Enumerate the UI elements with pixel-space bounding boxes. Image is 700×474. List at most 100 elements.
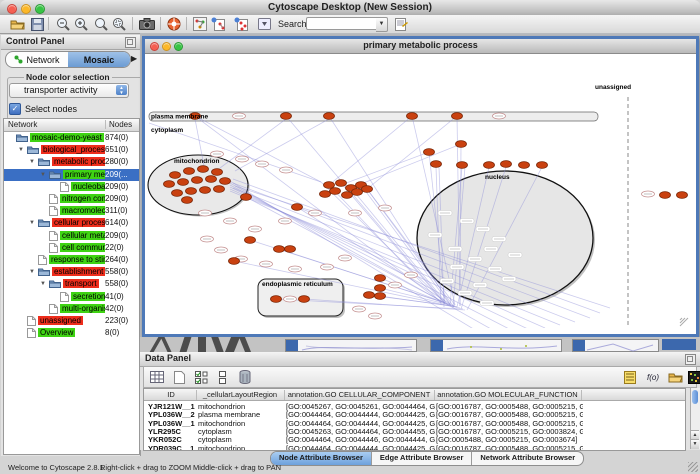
zoom-out-icon[interactable] (54, 16, 72, 32)
network-node[interactable] (375, 293, 386, 300)
tree-expand-icon[interactable]: ▼ (40, 281, 46, 287)
tree-row-cellular-process[interactable]: ▼cellular process614(0) (4, 217, 139, 229)
network-node[interactable] (324, 113, 335, 120)
tree-row-biological-process[interactable]: ▼biological_process651(0) (4, 144, 139, 156)
network-node[interactable] (281, 113, 292, 120)
tree-row-primary-metabo[interactable]: ▼primary metabo209(... (4, 169, 139, 181)
network-node[interactable] (352, 189, 363, 196)
network-node[interactable] (192, 177, 203, 184)
select-nodes-checkbox[interactable]: ✓ (9, 103, 21, 115)
network-node[interactable] (184, 168, 195, 175)
more-tabs-icon[interactable]: ▶ (131, 54, 137, 63)
zoom-in-icon[interactable] (72, 16, 90, 32)
table-column-header[interactable]: ID (146, 390, 197, 400)
table-column-header[interactable]: _cellularLayoutRegion (196, 390, 285, 400)
tree-row-nucleobase-[interactable]: nucleobase-209(0) (4, 181, 139, 193)
tree-row-multi-organism-pro[interactable]: multi-organism pro42(0) (4, 303, 139, 315)
table-column-header[interactable]: annotation.GO MOLECULAR_FUNCTION (434, 390, 582, 400)
attribute-editor-icon[interactable] (392, 16, 410, 32)
tree-row-nitrogen-compo[interactable]: nitrogen compo209(0) (4, 193, 139, 205)
network-node[interactable] (271, 296, 282, 303)
search-dropdown-icon[interactable]: ▼ (376, 17, 388, 32)
network-node[interactable] (677, 192, 688, 199)
help-icon[interactable] (165, 16, 183, 32)
resize-grip[interactable] (688, 462, 698, 472)
vizmapper-icon[interactable] (209, 16, 227, 32)
tab-network[interactable]: Network (6, 52, 68, 67)
attribute-table[interactable]: ID_cellularLayoutRegionannotation.GO CEL… (143, 388, 686, 451)
tree-row-macromolecule[interactable]: macromolecule311(0) (4, 205, 139, 217)
tree-row-cellular-metabo[interactable]: cellular metabo209(0) (4, 230, 139, 242)
table-icon[interactable] (149, 369, 165, 385)
tree-row-response-to-stimulu[interactable]: response to stimulu264(0) (4, 254, 139, 266)
tree-expand-icon[interactable]: ▼ (29, 220, 35, 226)
tree-expand-icon[interactable]: ▼ (18, 147, 24, 153)
table-cell[interactable]: mitochondrion (198, 444, 286, 452)
save-icon[interactable] (28, 16, 46, 32)
tree-row-overview[interactable]: Overview8(0) (4, 327, 139, 339)
tab-mosaic[interactable]: Mosaic (68, 52, 130, 67)
network-node[interactable] (456, 141, 467, 148)
network-node[interactable] (206, 176, 217, 183)
filter-icon[interactable] (232, 16, 250, 32)
float-panel-icon[interactable] (125, 37, 136, 48)
snapshot-icon[interactable] (138, 16, 156, 32)
network-node[interactable] (292, 204, 303, 211)
table-cell[interactable]: YDR039C__1 (148, 444, 198, 452)
network-node[interactable] (501, 161, 512, 168)
tree-row-unassigned[interactable]: unassigned223(0) (4, 315, 139, 327)
network-node[interactable] (424, 149, 435, 156)
network-node[interactable] (364, 292, 375, 299)
zoom-fit-icon[interactable] (92, 16, 110, 32)
network-node[interactable] (241, 194, 252, 201)
plugin-manager-icon[interactable] (256, 16, 274, 32)
canvas-resize-grip[interactable] (680, 318, 682, 320)
network-canvas[interactable]: plasma membranecytoplasmmitochondrionnuc… (145, 53, 690, 328)
network-node[interactable] (320, 191, 331, 198)
network-view-frame[interactable]: primary metabolic process plasma membran… (142, 36, 699, 337)
open-icon[interactable] (8, 16, 26, 32)
network-node[interactable] (229, 258, 240, 265)
network-node[interactable] (245, 237, 256, 244)
network-node[interactable] (537, 162, 548, 169)
network-node[interactable] (212, 169, 223, 176)
new-attribute-icon[interactable] (171, 369, 187, 385)
tree-row-establishment-of-lo[interactable]: ▼establishment of lo558(0) (4, 266, 139, 278)
network-node[interactable] (170, 172, 181, 179)
network-node[interactable] (431, 161, 442, 168)
import-attributes-icon[interactable] (667, 369, 683, 385)
table-cell[interactable]: [GO:0044464, GO:0044444, GO:0044425, G..… (286, 444, 436, 452)
network-node[interactable] (519, 162, 530, 169)
float-panel-icon[interactable] (685, 354, 696, 365)
network-node[interactable] (164, 181, 175, 188)
network-node[interactable] (407, 113, 418, 120)
table-cell[interactable]: [GO:0016787, GO:0005488, GO:0005215, G..… (436, 444, 583, 452)
network-node[interactable] (220, 178, 231, 185)
network-node[interactable] (484, 162, 495, 169)
network-node[interactable] (214, 186, 225, 193)
network-node[interactable] (375, 285, 386, 292)
network-node[interactable] (324, 182, 335, 189)
node-color-dropdown[interactable]: transporter activity ▲▼ (9, 83, 129, 98)
tree-expand-icon[interactable]: ▼ (40, 172, 46, 178)
network-node[interactable] (452, 113, 463, 120)
tree-expand-icon[interactable]: ▼ (29, 269, 35, 275)
network-node[interactable] (342, 192, 353, 199)
network-frame-titlebar[interactable]: primary metabolic process (145, 39, 696, 54)
tree-row-metabolic-process[interactable]: ▼metabolic process280(0) (4, 156, 139, 168)
attribute-matrix-icon[interactable] (686, 369, 700, 385)
network-node[interactable] (457, 162, 468, 169)
delete-attribute-icon[interactable] (237, 369, 253, 385)
search-input[interactable] (306, 17, 380, 30)
network-node[interactable] (198, 166, 209, 173)
unselect-attributes-icon[interactable] (215, 369, 231, 385)
network-node[interactable] (336, 180, 347, 187)
table-column-header[interactable]: annotation.GO CELLULAR_COMPONENT (284, 390, 435, 400)
network-node[interactable] (186, 188, 197, 195)
select-attributes-icon[interactable] (193, 369, 209, 385)
function-builder-icon[interactable]: f(o) (645, 369, 661, 385)
tree-expand-icon[interactable]: ▼ (29, 159, 35, 165)
network-node[interactable] (660, 192, 671, 199)
scroll-down-icon[interactable]: ▼ (691, 439, 699, 449)
table-scrollbar[interactable]: ▲ ▼ (690, 388, 700, 449)
